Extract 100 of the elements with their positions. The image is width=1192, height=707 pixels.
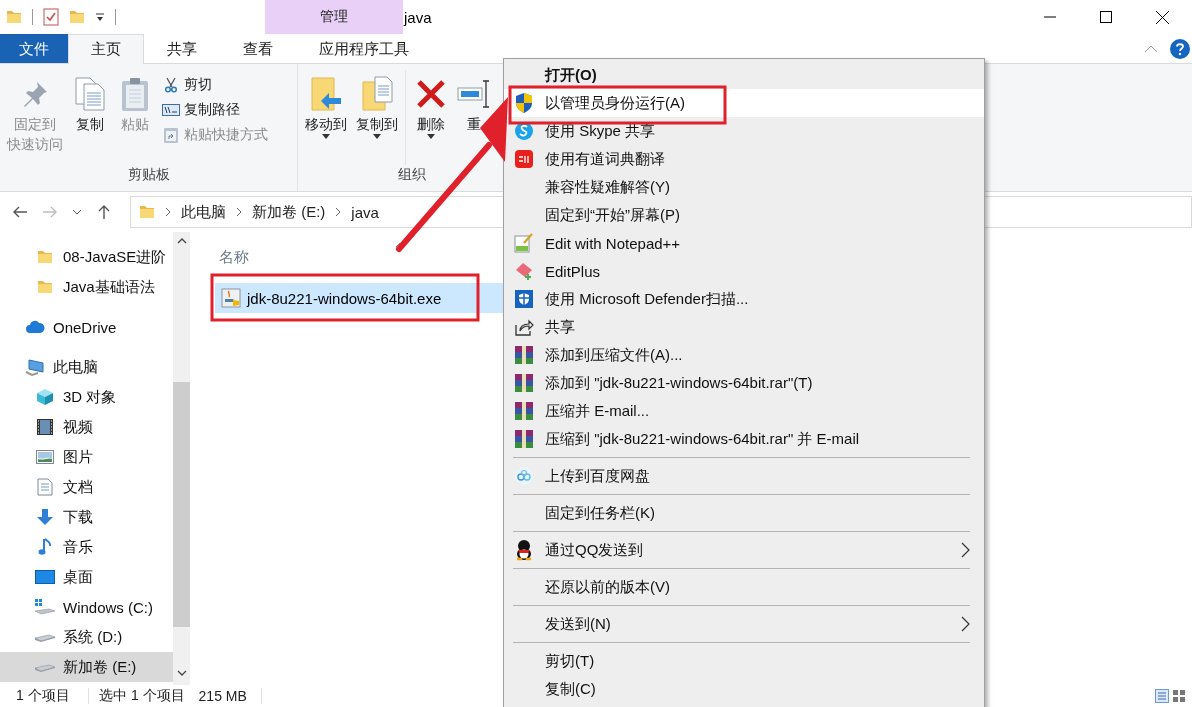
shortcut-icon bbox=[163, 125, 179, 144]
windows-drive-icon bbox=[34, 598, 56, 616]
group-label: 剪贴板 bbox=[126, 165, 171, 184]
archive-books-icon bbox=[514, 373, 534, 393]
breadcrumb[interactable]: java bbox=[351, 203, 379, 221]
menu-item[interactable]: 添加到 "jdk-8u221-windows-64bit.rar"(T) bbox=[504, 369, 984, 397]
nav-item[interactable]: 桌面 bbox=[0, 562, 173, 592]
file-name: jdk-8u221-windows-64bit.exe bbox=[247, 289, 442, 307]
nav-item[interactable]: 08-JavaSE进阶 bbox=[0, 242, 173, 272]
download-arrow-icon bbox=[36, 508, 54, 526]
nav-item[interactable]: 下载 bbox=[0, 502, 173, 532]
nav-item[interactable]: 系统 (D:) bbox=[0, 622, 173, 652]
checklist-icon[interactable] bbox=[43, 8, 59, 26]
status-text: 215 MB bbox=[198, 688, 247, 704]
drive-icon bbox=[34, 631, 56, 643]
shield-icon bbox=[514, 92, 534, 114]
music-note-icon bbox=[38, 538, 52, 556]
up-arrow-icon[interactable] bbox=[96, 204, 112, 220]
youdao-icon bbox=[514, 149, 534, 169]
chevron-right-icon bbox=[236, 207, 242, 217]
film-icon bbox=[36, 418, 54, 436]
menu-item[interactable]: 打开(O) bbox=[504, 61, 984, 89]
archive-books-icon bbox=[514, 345, 534, 365]
nav-item[interactable]: 音乐 bbox=[0, 532, 173, 562]
close-icon[interactable] bbox=[1156, 10, 1169, 24]
baidu-cloud-icon bbox=[514, 466, 534, 486]
menu-item[interactable]: 使用有道词典翻译 bbox=[504, 145, 984, 173]
installer-icon bbox=[221, 288, 241, 308]
rename-icon bbox=[457, 78, 491, 110]
notepad-icon bbox=[514, 233, 534, 253]
penguin-icon bbox=[514, 539, 534, 561]
folder-icon bbox=[139, 204, 155, 220]
file-tab[interactable]: 文件 bbox=[0, 34, 68, 63]
ribbon-tab[interactable]: 共享 bbox=[144, 34, 220, 63]
ribbon-tab[interactable]: 查看 bbox=[220, 34, 296, 63]
menu-item[interactable]: 压缩并 E-mail... bbox=[504, 397, 984, 425]
ribbon-button[interactable]: 剪切 bbox=[159, 72, 271, 97]
chevron-right-icon bbox=[165, 207, 171, 217]
menu-item[interactable]: 还原以前的版本(V) bbox=[504, 573, 984, 601]
ribbon-tab[interactable]: 应用程序工具 bbox=[296, 34, 432, 63]
ribbon-button[interactable]: 删除 bbox=[410, 70, 452, 141]
chevron-right-icon bbox=[335, 207, 342, 217]
breadcrumb[interactable]: 此电脑 bbox=[181, 202, 226, 222]
ribbon-button[interactable]: 复制路径 bbox=[159, 97, 271, 122]
ribbon-button[interactable]: 复制到 bbox=[353, 70, 401, 141]
share-icon bbox=[514, 317, 534, 337]
nav-item[interactable]: OneDrive bbox=[0, 312, 173, 342]
clipboard-icon bbox=[119, 76, 151, 112]
menu-item[interactable]: EditPlus bbox=[504, 257, 984, 285]
folder-arrow-icon bbox=[310, 76, 342, 112]
menu-item[interactable]: 固定到任务栏(K) bbox=[504, 499, 984, 527]
menu-item[interactable]: 固定到“开始”屏幕(P) bbox=[504, 201, 984, 229]
menu-item[interactable]: 复制(C) bbox=[504, 675, 984, 703]
nav-item[interactable]: Windows (C:) bbox=[0, 592, 173, 622]
folder-pages-icon bbox=[361, 76, 393, 112]
menu-item[interactable]: 共享 bbox=[504, 313, 984, 341]
dropdown-chevron-icon[interactable] bbox=[72, 209, 82, 215]
document-icon bbox=[37, 478, 53, 496]
menu-item[interactable]: 以管理员身份运行(A) bbox=[504, 89, 984, 117]
ribbon-button[interactable]: 复制 bbox=[69, 70, 111, 136]
nav-item[interactable]: 图片 bbox=[0, 442, 173, 472]
ribbon-tab[interactable]: 主页 bbox=[68, 34, 144, 64]
nav-item[interactable]: 3D 对象 bbox=[0, 382, 173, 412]
scrollbar-thumb[interactable] bbox=[173, 382, 190, 627]
menu-item[interactable]: 发送到(N) bbox=[504, 610, 984, 638]
column-header[interactable]: 名称 bbox=[219, 248, 249, 267]
nav-item[interactable]: 视频 bbox=[0, 412, 173, 442]
cube-icon bbox=[36, 388, 54, 406]
menu-item[interactable]: 压缩到 "jdk-8u221-windows-64bit.rar" 并 E-mail bbox=[504, 425, 984, 453]
caret-icon[interactable] bbox=[95, 12, 105, 22]
help-icon[interactable] bbox=[1170, 38, 1190, 59]
context-tab-header: 管理 bbox=[265, 0, 403, 34]
menu-item[interactable]: 上传到百度网盘 bbox=[504, 462, 984, 490]
nav-item[interactable]: 此电脑 bbox=[0, 352, 173, 382]
menu-item[interactable]: Edit with Notepad++ bbox=[504, 229, 984, 257]
archive-books-icon bbox=[514, 401, 534, 421]
nav-item[interactable]: Java基础语法 bbox=[0, 272, 173, 302]
picture-icon bbox=[36, 450, 54, 464]
maximize-icon[interactable] bbox=[1100, 11, 1112, 23]
status-text: 1 个项目 bbox=[15, 687, 71, 705]
tiles-view-icon[interactable] bbox=[1172, 689, 1186, 703]
defender-icon bbox=[514, 289, 534, 309]
menu-item[interactable]: 剪切(T) bbox=[504, 647, 984, 675]
cloud-icon bbox=[25, 320, 45, 334]
nav-item[interactable]: 文档 bbox=[0, 472, 173, 502]
editplus-icon bbox=[514, 261, 534, 281]
breadcrumb[interactable]: 新加卷 (E:) bbox=[252, 202, 326, 222]
collapse-chevron-icon[interactable] bbox=[1144, 44, 1158, 53]
path-icon bbox=[162, 103, 180, 116]
window-title: java bbox=[403, 7, 432, 28]
menu-item[interactable]: 通过QQ发送到 bbox=[504, 536, 984, 564]
group-label: 组织 bbox=[397, 165, 427, 184]
back-arrow-icon[interactable] bbox=[12, 204, 28, 220]
menu-item[interactable]: 使用 Skype 共享 bbox=[504, 117, 984, 145]
nav-item[interactable]: 新加卷 (E:) bbox=[0, 652, 173, 682]
menu-item[interactable]: 添加到压缩文件(A)... bbox=[504, 341, 984, 369]
delete-icon bbox=[415, 78, 447, 110]
ribbon-button[interactable]: 移动到 bbox=[302, 70, 350, 141]
status-text: 选中 1 个项目 bbox=[99, 687, 185, 705]
drive-icon bbox=[34, 661, 56, 673]
